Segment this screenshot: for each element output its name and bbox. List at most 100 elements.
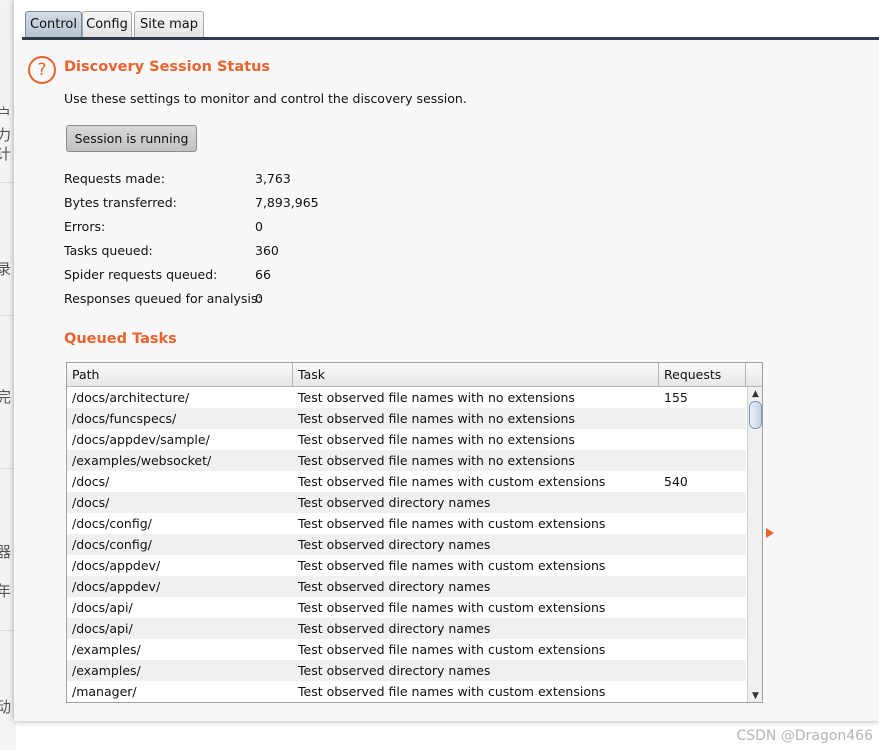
cell-task: Test observed file names with no extensi… <box>298 453 575 468</box>
cell-requests <box>659 408 746 429</box>
cell-requests <box>659 660 746 681</box>
cell-requests: 540 <box>664 474 688 489</box>
table-row[interactable]: /docs/appdev/Test observed file names wi… <box>67 555 746 576</box>
scroll-up-icon[interactable]: ▲ <box>748 387 762 401</box>
table-row[interactable]: /examples/websocket/Test observed file n… <box>67 450 746 471</box>
cell-requests <box>659 555 746 576</box>
background-glyph: 计 <box>0 145 12 163</box>
expand-arrow-icon[interactable] <box>766 528 774 538</box>
stat-value-spider-requests-queued: 66 <box>255 267 271 282</box>
session-toggle-button[interactable]: Session is running <box>66 125 197 152</box>
discovery-window: Control Config Site map ? Discovery Sess… <box>14 0 879 721</box>
cell-task: Test observed file names with no extensi… <box>298 390 575 405</box>
background-glyph: 完 <box>0 388 12 406</box>
background-glyph: 年 <box>0 582 12 600</box>
cell-task: Test observed directory names <box>298 579 491 594</box>
cell-task: Test observed file names with no extensi… <box>298 432 575 447</box>
stat-value-tasks-queued: 360 <box>255 243 279 258</box>
cell-requests <box>659 618 746 639</box>
cell-requests <box>659 639 746 660</box>
cell-requests <box>659 513 746 534</box>
cell-requests <box>659 429 746 450</box>
queued-tasks-table: Path Task Requests /docs/architecture/Te… <box>66 362 763 703</box>
background-divider <box>0 468 14 469</box>
cell-task: Test observed file names with custom ext… <box>298 558 606 573</box>
cell-requests: 155 <box>664 390 688 405</box>
cell-requests <box>659 492 746 513</box>
table-row[interactable]: /docs/appdev/Test observed directory nam… <box>67 576 746 597</box>
cell-task: Test observed file names with no extensi… <box>298 411 575 426</box>
table-row[interactable]: /docs/Test observed file names with cust… <box>67 471 746 492</box>
cell-task: Test observed file names with custom ext… <box>298 516 606 531</box>
stat-label-spider-requests-queued: Spider requests queued: <box>64 267 218 282</box>
table-row[interactable]: /docs/funcspecs/Test observed file names… <box>67 408 746 429</box>
queued-tasks-title: Queued Tasks <box>64 331 177 347</box>
cell-path: /examples/ <box>72 663 141 678</box>
column-header-requests[interactable]: Requests <box>659 363 746 386</box>
column-header-task[interactable]: Task <box>293 363 659 386</box>
stat-label-tasks-queued: Tasks queued: <box>64 243 153 258</box>
cell-requests <box>659 597 746 618</box>
scroll-down-icon[interactable]: ▼ <box>748 689 762 702</box>
stat-label-bytes-transferred: Bytes transferred: <box>64 195 177 210</box>
cell-task: Test observed file names with custom ext… <box>298 474 606 489</box>
cell-path: /docs/config/ <box>72 537 152 552</box>
table-row[interactable]: /examples/Test observed directory names <box>67 660 746 681</box>
cell-path: /examples/websocket/ <box>72 453 212 468</box>
cell-requests <box>659 681 746 702</box>
table-header: Path Task Requests <box>67 363 762 387</box>
cell-path: /docs/architecture/ <box>72 390 190 405</box>
background-divider <box>0 315 14 316</box>
background-glyph: 器 <box>0 543 12 561</box>
table-row[interactable]: /manager/Test observed file names with c… <box>67 681 746 702</box>
cell-path: /docs/ <box>72 495 110 510</box>
cell-path: /manager/ <box>72 684 137 699</box>
cell-path: /docs/appdev/sample/ <box>72 432 210 447</box>
watermark: CSDN @Dragon466 <box>736 728 873 744</box>
background-divider <box>0 630 14 631</box>
table-row[interactable]: /docs/config/Test observed file names wi… <box>67 513 746 534</box>
cell-task: Test observed file names with custom ext… <box>298 600 606 615</box>
table-row[interactable]: /docs/api/Test observed directory names <box>67 618 746 639</box>
cell-task: Test observed directory names <box>298 663 491 678</box>
stat-label-errors: Errors: <box>64 219 106 234</box>
cell-path: /docs/ <box>72 474 110 489</box>
cell-path: /docs/appdev/ <box>72 579 161 594</box>
cell-requests <box>659 576 746 597</box>
cell-task: Test observed directory names <box>298 495 491 510</box>
table-row[interactable]: /docs/api/Test observed file names with … <box>67 597 746 618</box>
background-glyph: 动 <box>0 698 12 716</box>
stat-value-errors: 0 <box>255 219 263 234</box>
stat-label-requests-made: Requests made: <box>64 171 165 186</box>
stat-value-requests-made: 3,763 <box>255 171 291 186</box>
table-row[interactable]: /examples/Test observed file names with … <box>67 639 746 660</box>
cell-path: /docs/config/ <box>72 516 152 531</box>
tab-config[interactable]: Config <box>82 11 132 37</box>
help-icon[interactable]: ? <box>28 56 56 84</box>
table-row[interactable]: /docs/appdev/sample/Test observed file n… <box>67 429 746 450</box>
table-row[interactable]: /docs/config/Test observed directory nam… <box>67 534 746 555</box>
tab-bar: Control Config Site map <box>14 0 879 40</box>
control-panel: ? Discovery Session Status Use these set… <box>14 40 879 721</box>
stat-value-responses-queued: 0 <box>255 291 263 306</box>
table-row[interactable]: /docs/Test observed directory names <box>67 492 746 513</box>
stat-value-bytes-transferred: 7,893,965 <box>255 195 319 210</box>
background-glyph: 录 <box>0 260 12 278</box>
cell-task: Test observed file names with custom ext… <box>298 642 606 657</box>
cell-requests <box>659 534 746 555</box>
tab-control[interactable]: Control <box>25 11 82 37</box>
cell-task: Test observed directory names <box>298 537 491 552</box>
status-description: Use these settings to monitor and contro… <box>64 91 467 106</box>
stat-label-responses-queued: Responses queued for analysis: <box>64 291 262 306</box>
column-header-path[interactable]: Path <box>67 363 293 386</box>
cell-path: /docs/api/ <box>72 600 133 615</box>
column-header-spacer <box>746 363 762 386</box>
status-title: Discovery Session Status <box>64 59 271 75</box>
cell-requests <box>659 450 746 471</box>
tab-site-map[interactable]: Site map <box>134 11 204 37</box>
cell-path: /docs/api/ <box>72 621 133 636</box>
cell-path: /examples/ <box>72 642 141 657</box>
table-scrollbar[interactable]: ▲ ▼ <box>747 387 762 702</box>
scroll-thumb[interactable] <box>749 401 762 429</box>
table-row[interactable]: /docs/architecture/Test observed file na… <box>67 387 746 408</box>
